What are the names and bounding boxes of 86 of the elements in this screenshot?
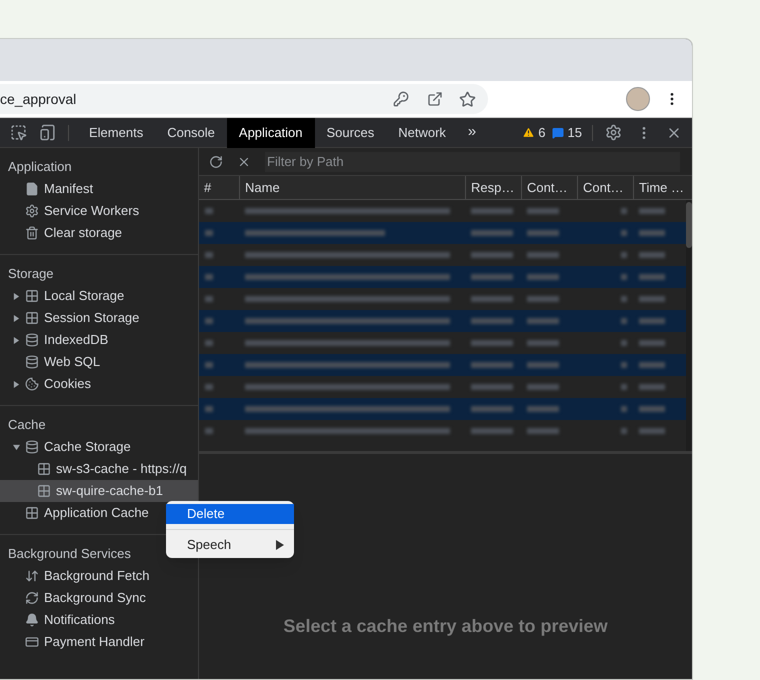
file-icon bbox=[25, 182, 39, 196]
refresh-icon[interactable] bbox=[209, 154, 223, 168]
database-icon bbox=[25, 355, 39, 369]
message-count[interactable]: 15 bbox=[568, 122, 582, 142]
sidebar-item[interactable]: Notifications bbox=[0, 609, 198, 631]
column-header[interactable]: Name bbox=[239, 176, 465, 199]
item-label: Local Storage bbox=[44, 287, 124, 306]
grid-icon bbox=[37, 484, 51, 498]
item-label: Notifications bbox=[44, 611, 115, 630]
expand-arrow-icon[interactable] bbox=[12, 444, 20, 450]
bell-icon bbox=[25, 613, 39, 627]
column-header[interactable]: Cont… bbox=[577, 176, 633, 199]
devtools-tab[interactable]: Network bbox=[386, 118, 458, 148]
item-label: sw-s3-cache - https://q bbox=[56, 460, 187, 478]
warning-count[interactable]: 6 bbox=[538, 122, 546, 142]
section-title: Cache bbox=[7, 416, 47, 434]
cookie-icon bbox=[25, 377, 39, 391]
more-tabs-button[interactable]: » bbox=[458, 121, 486, 144]
item-label: Clear storage bbox=[44, 224, 122, 242]
sidebar-item[interactable]: Clear storage bbox=[0, 222, 198, 244]
trash-icon bbox=[25, 226, 39, 240]
settings-icon[interactable] bbox=[605, 124, 622, 141]
sidebar-item[interactable]: Manifest bbox=[0, 178, 198, 200]
gear-icon bbox=[25, 204, 39, 218]
column-header[interactable]: Time … bbox=[633, 176, 692, 199]
message-icon[interactable] bbox=[552, 126, 564, 138]
item-label: Background Fetch bbox=[44, 567, 150, 586]
item-label: Cache Storage bbox=[44, 438, 131, 456]
menu-item[interactable]: Delete bbox=[166, 504, 294, 524]
sidebar-item[interactable]: Payment Handler bbox=[0, 631, 198, 653]
column-header[interactable]: Resp… bbox=[465, 176, 521, 199]
scrollbar[interactable] bbox=[686, 200, 692, 451]
item-label: Cookies bbox=[44, 375, 91, 394]
sidebar-item[interactable]: Local Storage bbox=[0, 285, 198, 307]
grid-icon bbox=[25, 311, 39, 325]
expand-arrow-icon[interactable] bbox=[12, 314, 20, 322]
sidebar-item[interactable]: Service Workers bbox=[0, 200, 198, 222]
column-header[interactable]: # bbox=[199, 176, 239, 199]
devtools-tab[interactable]: Console bbox=[155, 118, 227, 148]
expand-arrow-icon[interactable] bbox=[12, 380, 20, 388]
device-icon[interactable] bbox=[39, 124, 56, 141]
address-field[interactable]: ce_approval bbox=[0, 84, 488, 114]
preview-message: Select a cache entry above to preview bbox=[283, 615, 608, 638]
up-down-arrows-icon bbox=[25, 569, 39, 583]
devtools-tab[interactable]: Elements bbox=[77, 118, 156, 148]
warning-icon[interactable] bbox=[522, 126, 536, 139]
devtools-tab[interactable]: Sources bbox=[314, 118, 386, 148]
sidebar-item[interactable]: sw-s3-cache - https://q bbox=[0, 458, 198, 480]
database-icon bbox=[25, 440, 39, 454]
key-icon[interactable] bbox=[393, 91, 409, 107]
sidebar-item[interactable]: Cookies bbox=[0, 373, 198, 395]
menu-item[interactable]: Speech bbox=[166, 535, 294, 555]
avatar[interactable] bbox=[626, 87, 650, 111]
item-label: IndexedDB bbox=[44, 331, 108, 350]
sidebar-item[interactable]: Cache Storage bbox=[0, 436, 198, 458]
sidebar-item[interactable]: Web SQL bbox=[0, 351, 198, 373]
expand-arrow-icon[interactable] bbox=[12, 292, 20, 300]
item-label: sw-quire-cache-b1 bbox=[56, 482, 163, 500]
grid-icon bbox=[37, 462, 51, 476]
url-text: ce_approval bbox=[0, 90, 78, 109]
devtools-tab[interactable]: Application bbox=[226, 118, 315, 148]
open-external-icon[interactable] bbox=[427, 91, 443, 107]
item-label: Service Workers bbox=[44, 202, 140, 220]
grid-icon bbox=[25, 506, 39, 520]
sidebar-item[interactable]: Background Sync bbox=[0, 587, 198, 609]
card-icon bbox=[25, 635, 39, 649]
section-title: Storage bbox=[7, 265, 55, 284]
sidebar-item[interactable]: IndexedDB bbox=[0, 329, 198, 351]
expand-arrow-icon[interactable] bbox=[12, 336, 20, 344]
column-header[interactable]: Cont… bbox=[521, 176, 577, 199]
sidebar-item[interactable]: Session Storage bbox=[0, 307, 198, 329]
grid-icon bbox=[25, 289, 39, 303]
item-label: Manifest bbox=[44, 180, 94, 198]
inspect-icon[interactable] bbox=[10, 124, 27, 141]
item-label: Session Storage bbox=[44, 309, 140, 328]
sidebar-item[interactable]: sw-quire-cache-b1 bbox=[0, 480, 198, 502]
database-icon bbox=[25, 333, 39, 347]
section-title: Application bbox=[7, 158, 73, 176]
star-icon[interactable] bbox=[459, 90, 476, 108]
item-label: Web SQL bbox=[44, 353, 100, 372]
sync-icon bbox=[25, 591, 39, 605]
item-label: Payment Handler bbox=[44, 633, 144, 652]
item-label: Background Sync bbox=[44, 589, 146, 608]
filter-field[interactable]: Filter by Path bbox=[265, 152, 680, 172]
item-label: Application Cache bbox=[44, 504, 149, 522]
sidebar-item[interactable]: Background Fetch bbox=[0, 565, 198, 587]
